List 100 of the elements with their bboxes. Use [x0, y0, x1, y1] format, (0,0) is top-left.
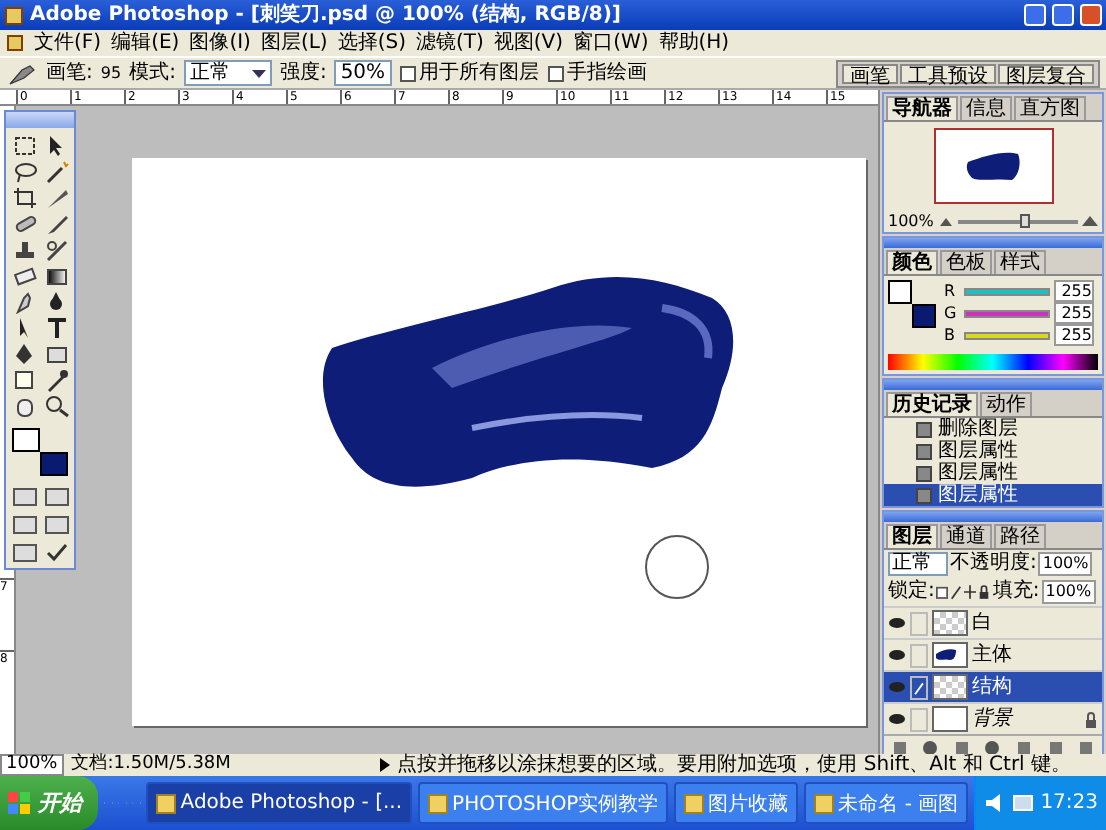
finger-icon[interactable] — [11, 290, 37, 314]
brush-icon[interactable] — [43, 212, 69, 236]
menu-item[interactable]: 编辑(E) — [111, 31, 180, 55]
menu-item[interactable]: 图像(I) — [189, 31, 251, 55]
panel-tab[interactable]: 历史记录 — [886, 392, 978, 416]
checkbox-icon[interactable] — [936, 584, 949, 600]
gradient-icon[interactable] — [43, 264, 69, 288]
circle-icon[interactable] — [922, 739, 939, 755]
check-icon[interactable] — [43, 540, 69, 564]
mode-dropdown[interactable]: 正常 — [183, 60, 272, 86]
maximize-button[interactable] — [1052, 4, 1074, 26]
close-button[interactable] — [1080, 4, 1102, 26]
square-icon[interactable] — [953, 739, 970, 755]
color-spectrum[interactable] — [888, 354, 1098, 370]
wand-icon[interactable] — [43, 160, 69, 184]
network-icon[interactable] — [1012, 792, 1035, 814]
menu-item[interactable]: 文件(F) — [34, 31, 102, 55]
eraser-icon[interactable] — [11, 264, 37, 288]
marquee-icon[interactable] — [11, 134, 37, 158]
menu-item[interactable]: 选择(S) — [337, 31, 406, 55]
eye-icon[interactable] — [888, 616, 906, 630]
history-item[interactable]: 图层属性 — [884, 462, 1102, 484]
panel-tab[interactable]: 色板 — [940, 250, 992, 274]
layer-row[interactable]: 背景 — [884, 702, 1102, 734]
checkbox-label: 用于所有图层 — [419, 61, 540, 85]
pen-icon[interactable] — [11, 342, 37, 366]
channel-value-field[interactable]: 255 — [1054, 302, 1094, 324]
taskbar-button[interactable]: 图片收藏 — [674, 782, 799, 824]
menu-item[interactable]: 帮助(H) — [658, 31, 730, 55]
panel-tab[interactable]: 信息 — [960, 96, 1012, 120]
magnifier-icon[interactable] — [43, 394, 69, 418]
panel-tab[interactable]: 导航器 — [886, 96, 958, 120]
palette-tab[interactable]: 工具预设 — [900, 63, 996, 83]
lasso-icon[interactable] — [11, 160, 37, 184]
palette-tab[interactable]: 图层复合 — [998, 63, 1094, 83]
eyedropper-icon[interactable] — [43, 368, 69, 392]
brush-size-picker[interactable]: 95 — [100, 61, 122, 85]
panel-tab[interactable]: 图层 — [886, 524, 938, 548]
channel-value-field[interactable]: 255 — [1054, 324, 1094, 346]
screen-mode-icon[interactable] — [43, 512, 69, 536]
opacity-field[interactable]: 100% — [1038, 552, 1093, 576]
background-swatch[interactable] — [912, 304, 936, 328]
layer-row[interactable]: 白 — [884, 606, 1102, 638]
mask-mode-icon[interactable] — [11, 484, 37, 508]
zoom-in-icon[interactable] — [1082, 215, 1098, 227]
history-item[interactable]: 删除图层 — [884, 418, 1102, 440]
link-icon[interactable] — [891, 739, 908, 755]
fill-field[interactable]: 100% — [1041, 580, 1096, 604]
panel-tab[interactable]: 路径 — [994, 524, 1046, 548]
taskbar-button[interactable]: 未命名 - 画图 — [804, 782, 969, 824]
menu-item[interactable]: 窗口(W) — [573, 31, 649, 55]
foreground-swatch[interactable] — [12, 428, 40, 452]
palette-tab[interactable]: 画笔 — [842, 63, 898, 83]
page-icon[interactable] — [1047, 739, 1064, 755]
history-item[interactable]: 图层属性 — [884, 484, 1102, 506]
panel-tab[interactable]: 直方图 — [1014, 96, 1086, 120]
mask-mode-icon[interactable] — [43, 484, 69, 508]
panel-tab[interactable]: 动作 — [980, 392, 1032, 416]
layer-row[interactable]: 结构 — [884, 670, 1102, 702]
panel-tab[interactable]: 样式 — [994, 250, 1046, 274]
zoom-field[interactable]: 100% — [0, 754, 64, 776]
trash-icon[interactable] — [1078, 739, 1095, 755]
background-swatch[interactable] — [40, 452, 68, 476]
menu-item[interactable]: 滤镜(T) — [415, 31, 484, 55]
brush-icon[interactable] — [43, 238, 69, 262]
eye-icon[interactable] — [888, 648, 906, 662]
checkbox[interactable] — [547, 65, 564, 81]
half-circle-icon[interactable] — [984, 739, 1001, 755]
menu-item[interactable]: 图层(L) — [260, 31, 328, 55]
play-icon[interactable] — [379, 758, 390, 772]
screen-mode-icon[interactable] — [11, 512, 37, 536]
checkbox[interactable] — [399, 65, 416, 81]
taskbar-button[interactable]: Adobe Photoshop - [... — [146, 782, 413, 824]
rectangle-icon[interactable] — [43, 342, 69, 366]
minimize-button[interactable] — [1024, 4, 1046, 26]
note-icon[interactable] — [11, 368, 37, 392]
brush-icon[interactable] — [950, 584, 963, 600]
channel-value-field[interactable]: 255 — [1054, 280, 1094, 302]
lock-icon[interactable] — [978, 584, 991, 600]
crop-icon[interactable] — [11, 186, 37, 210]
window-icon[interactable] — [11, 540, 37, 564]
checkbox-label: 手指绘画 — [567, 61, 648, 85]
hand-icon[interactable] — [11, 394, 37, 418]
folder-icon[interactable] — [1016, 739, 1033, 755]
strength-field[interactable]: 50% — [334, 60, 392, 86]
taskbar-button[interactable]: PHOTOSHOP实例教学 — [418, 782, 669, 824]
menu-item[interactable]: 视图(V) — [493, 31, 564, 55]
panel-tab[interactable]: 颜色 — [886, 250, 938, 274]
type-icon[interactable] — [43, 316, 69, 340]
history-item[interactable]: 图层属性 — [884, 440, 1102, 462]
foreground-swatch[interactable] — [888, 280, 912, 304]
zoom-out-icon[interactable] — [937, 215, 954, 227]
windows-logo-icon — [8, 791, 32, 815]
slider-thumb[interactable] — [1019, 213, 1030, 227]
finger-icon[interactable] — [6, 61, 38, 85]
panel-tab[interactable]: 通道 — [940, 524, 992, 548]
stamp-icon[interactable] — [11, 238, 37, 262]
blend-mode-dropdown[interactable]: 正常 — [888, 552, 948, 576]
eye-icon[interactable] — [888, 712, 906, 726]
move-icon[interactable] — [964, 584, 977, 600]
